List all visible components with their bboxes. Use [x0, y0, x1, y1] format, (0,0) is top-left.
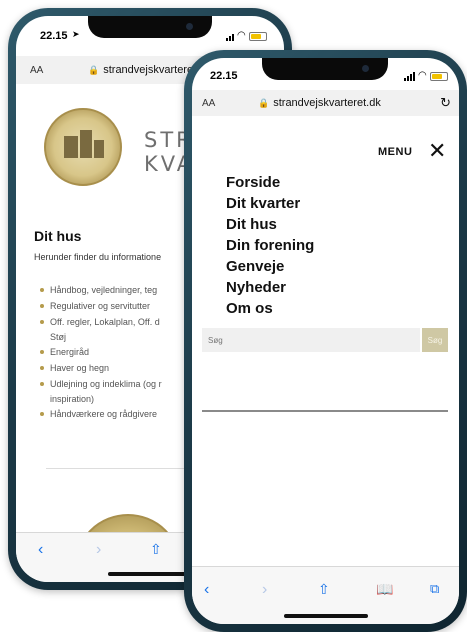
nav-item-forside[interactable]: Forside	[226, 172, 314, 193]
nav-item-din-forening[interactable]: Din forening	[226, 235, 314, 256]
front-phone-screen: 22.15 ◠ AA 🔒 strandvejskvarteret.dk ↻ ME…	[192, 58, 459, 624]
signal-icon	[226, 34, 234, 41]
back-icon[interactable]: ‹	[38, 541, 43, 559]
menu-label: MENU	[378, 146, 413, 158]
battery-icon	[248, 32, 267, 41]
menu-divider	[202, 410, 448, 412]
page-heading: Dit hus	[34, 228, 82, 244]
front-phone: 22.15 ◠ AA 🔒 strandvejskvarteret.dk ↻ ME…	[184, 50, 467, 632]
text-size-button[interactable]: AA	[30, 65, 43, 76]
tabs-icon[interactable]: ⧉	[430, 581, 439, 597]
share-icon[interactable]: ⇧	[318, 581, 330, 598]
nav-item-nyheder[interactable]: Nyheder	[226, 277, 314, 298]
address-bar[interactable]: AA 🔒 strandvejskvarteret.dk ↻	[192, 90, 459, 116]
status-icons: ◠	[404, 71, 448, 81]
lock-icon: 🔒	[258, 97, 270, 108]
notch	[262, 58, 388, 80]
forward-icon[interactable]: ›	[96, 541, 101, 559]
text-size-button[interactable]: AA	[202, 98, 215, 109]
forward-icon[interactable]: ›	[262, 581, 267, 599]
close-icon[interactable]: ✕	[428, 140, 446, 162]
wifi-icon: ◠	[418, 70, 427, 81]
back-icon[interactable]: ‹	[204, 581, 209, 599]
signal-icon	[404, 72, 415, 81]
lock-icon: 🔒	[88, 64, 100, 75]
nav-item-dit-hus[interactable]: Dit hus	[226, 214, 314, 235]
search-button[interactable]: Søg	[422, 328, 448, 352]
share-icon[interactable]: ⇧	[150, 541, 162, 558]
nav-item-dit-kvarter[interactable]: Dit kvarter	[226, 193, 314, 214]
home-indicator	[284, 614, 368, 618]
location-arrow-icon: ➤	[72, 29, 80, 39]
main-nav: Forside Dit kvarter Dit hus Din forening…	[226, 172, 314, 319]
notch	[88, 16, 212, 38]
search-input[interactable]	[202, 328, 420, 352]
status-time: 22.15	[40, 30, 68, 42]
url-text: strandvejskvarteret.dk	[273, 97, 381, 109]
reload-icon[interactable]: ↻	[440, 95, 451, 111]
logo-medallion	[44, 108, 122, 186]
status-icons: ◠	[226, 31, 267, 41]
nav-item-om-os[interactable]: Om os	[226, 298, 314, 319]
home-indicator	[108, 572, 192, 576]
wifi-icon: ◠	[237, 30, 246, 41]
bookmarks-icon[interactable]: 📖	[376, 581, 393, 598]
intro-text: Herunder finder du informatione	[34, 252, 162, 262]
status-time: 22.15	[210, 70, 238, 82]
nav-item-genveje[interactable]: Genveje	[226, 256, 314, 277]
battery-icon	[429, 72, 448, 81]
